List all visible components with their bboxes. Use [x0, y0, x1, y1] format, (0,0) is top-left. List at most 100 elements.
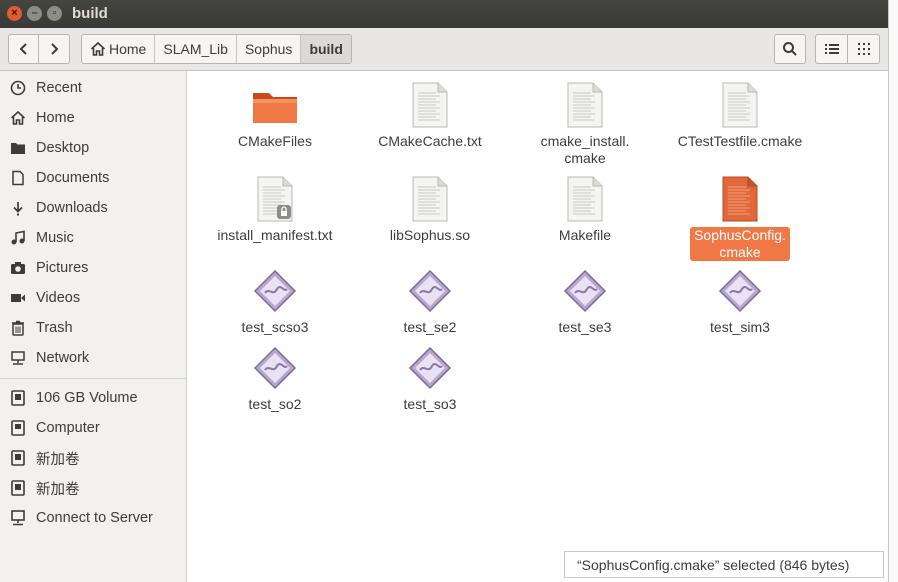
camera-icon — [9, 259, 27, 277]
sidebar-item-label: 新加卷 — [36, 481, 80, 498]
search-icon — [783, 42, 797, 56]
clock-icon — [9, 79, 27, 97]
executable-icon — [716, 267, 764, 315]
drive-icon — [9, 449, 27, 467]
drive-icon — [9, 389, 27, 407]
minimize-window-button[interactable]: – — [27, 6, 42, 21]
sidebar-item-label: 新加卷 — [36, 451, 80, 468]
file-item[interactable]: install_manifest.txt — [205, 175, 345, 244]
document-icon — [9, 169, 27, 187]
sidebar-item-device-0[interactable]: 106 GB Volume — [0, 384, 186, 412]
sidebar-item-videos[interactable]: Videos — [0, 284, 186, 312]
home-icon — [9, 109, 27, 127]
file-item[interactable]: test_so3 — [360, 344, 500, 413]
sidebar-item-device-2[interactable]: 新加卷 — [0, 444, 186, 472]
breadcrumb-sophus[interactable]: Sophus — [237, 35, 302, 63]
drive-icon — [9, 479, 27, 497]
breadcrumb-build[interactable]: build — [301, 35, 351, 63]
sidebar-item-device-1[interactable]: Computer — [0, 414, 186, 442]
executable-icon — [251, 344, 299, 392]
file-name: cmake_install. cmake — [540, 133, 630, 166]
background-strip — [889, 0, 898, 582]
sidebar-item-label: Computer — [36, 420, 100, 436]
sidebar-item-pictures[interactable]: Pictures — [0, 254, 186, 282]
close-window-button[interactable]: × — [7, 6, 22, 21]
text-file-icon — [406, 81, 454, 129]
grid-view-button[interactable] — [847, 34, 880, 64]
file-name: test_sim3 — [710, 319, 770, 335]
sidebar-item-trash[interactable]: Trash — [0, 314, 186, 342]
breadcrumb-label: Home — [109, 41, 147, 57]
sidebar-item-label: Home — [36, 110, 75, 126]
sidebar-item-recent[interactable]: Recent — [0, 74, 186, 102]
executable-icon — [406, 344, 454, 392]
sidebar-item-downloads[interactable]: Downloads — [0, 194, 186, 222]
sidebar-item-label: Network — [36, 350, 90, 366]
list-icon — [824, 44, 839, 54]
file-name: test_so2 — [248, 396, 302, 412]
file-item[interactable]: cmake_install. cmake — [515, 81, 655, 167]
list-view-button[interactable] — [815, 34, 848, 64]
file-item[interactable]: test_sim3 — [670, 267, 810, 336]
file-item[interactable]: CTestTestfile.cmake — [670, 81, 810, 150]
file-view[interactable]: CMakeFiles CMakeCache.txt cmake_install. c… — [187, 71, 888, 582]
computer-icon — [9, 419, 27, 437]
sidebar-item-label: Downloads — [36, 200, 108, 216]
toolbar: Home SLAM_Lib Sophus build — [0, 28, 888, 71]
sidebar-item-documents[interactable]: Documents — [0, 164, 186, 192]
breadcrumb: Home SLAM_Lib Sophus build — [81, 34, 352, 64]
sidebar-item-label: Recent — [36, 80, 82, 96]
executable-icon — [251, 267, 299, 315]
forward-button[interactable] — [38, 34, 70, 64]
sidebar-item-label: Videos — [36, 290, 81, 306]
file-item[interactable]: SophusConfig. cmake — [670, 175, 810, 261]
locked-text-file-icon — [251, 175, 299, 223]
status-bar: “SophusConfig.cmake” selected (846 bytes… — [564, 551, 884, 578]
file-item[interactable]: CMakeFiles — [205, 81, 345, 150]
back-button[interactable] — [8, 34, 39, 64]
search-button[interactable] — [774, 34, 806, 64]
executable-icon — [561, 267, 609, 315]
breadcrumb-slam-lib[interactable]: SLAM_Lib — [155, 35, 237, 63]
sidebar-item-device-4[interactable]: Connect to Server — [0, 504, 186, 532]
breadcrumb-label: Sophus — [244, 41, 293, 57]
file-item[interactable]: Makefile — [515, 175, 655, 244]
file-name: install_manifest.txt — [217, 227, 333, 243]
sidebar-item-device-3[interactable]: 新加卷 — [0, 474, 186, 502]
music-icon — [9, 229, 27, 247]
file-item[interactable]: test_so2 — [205, 344, 345, 413]
download-icon — [9, 199, 27, 217]
network-icon — [9, 349, 27, 367]
sidebar-item-label: Desktop — [36, 140, 90, 156]
breadcrumb-home[interactable]: Home — [82, 35, 156, 63]
sidebar-item-desktop[interactable]: Desktop — [0, 134, 186, 162]
status-text: “SophusConfig.cmake” selected (846 bytes… — [577, 556, 850, 573]
text-file-icon — [716, 81, 764, 129]
file-manager-window: × – ▫ build Home SLAM_Lib Sophus build Rece… — [0, 0, 889, 582]
file-name: CTestTestfile.cmake — [677, 133, 803, 149]
sidebar-item-home[interactable]: Home — [0, 104, 186, 132]
breadcrumb-label: build — [309, 41, 343, 57]
title-bar[interactable]: × – ▫ build — [0, 0, 888, 28]
text-file-icon — [716, 175, 764, 223]
sidebar-item-music[interactable]: Music — [0, 224, 186, 252]
server-icon — [9, 509, 27, 527]
sidebar: Recent Home Desktop Documents Downloads Music… — [0, 71, 187, 582]
file-name: Makefile — [558, 227, 612, 243]
file-item[interactable]: test_se2 — [360, 267, 500, 336]
chevron-right-icon — [51, 43, 59, 55]
maximize-window-button[interactable]: ▫ — [47, 6, 62, 21]
sidebar-item-label: Music — [36, 230, 74, 246]
file-item[interactable]: test_se3 — [515, 267, 655, 336]
file-item[interactable]: test_scso3 — [205, 267, 345, 336]
home-icon — [90, 41, 106, 57]
file-item[interactable]: CMakeCache.txt — [360, 81, 500, 150]
sidebar-item-label: Connect to Server — [36, 510, 153, 526]
file-item[interactable]: libSophus.so — [360, 175, 500, 244]
text-file-icon — [406, 175, 454, 223]
folder-icon — [251, 81, 299, 129]
file-name: test_scso3 — [241, 319, 309, 335]
sidebar-item-network[interactable]: Network — [0, 344, 186, 372]
trash-icon — [9, 319, 27, 337]
file-name: SophusConfig. cmake — [690, 227, 790, 261]
